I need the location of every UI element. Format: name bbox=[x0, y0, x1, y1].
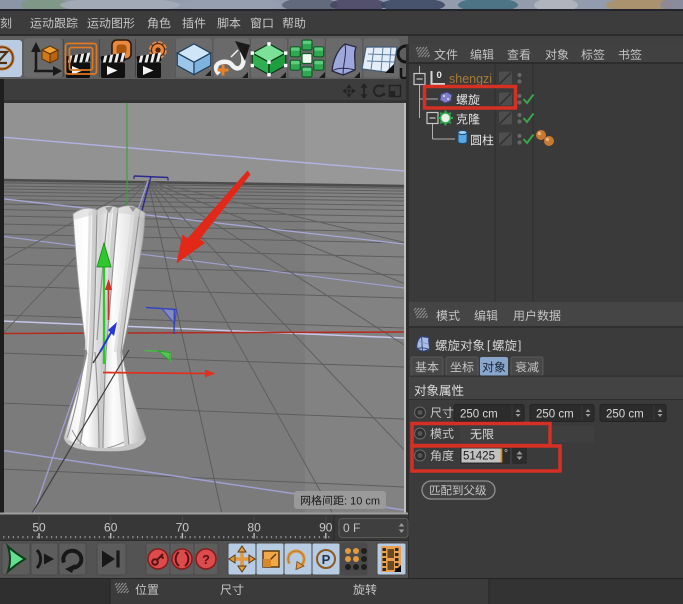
svg-text:80: 80 bbox=[247, 521, 261, 535]
svg-text:51425: 51425 bbox=[463, 451, 495, 463]
svg-text:: 10 cm: : 10 cm bbox=[344, 496, 380, 508]
svg-text:250 cm: 250 cm bbox=[536, 409, 574, 421]
svg-text:?: ? bbox=[202, 552, 210, 567]
svg-text:90: 90 bbox=[319, 521, 333, 535]
svg-text:]: ] bbox=[518, 338, 521, 352]
svg-text:P: P bbox=[322, 552, 331, 567]
svg-text:0 F: 0 F bbox=[343, 521, 360, 535]
svg-text:50: 50 bbox=[32, 521, 46, 535]
svg-text:250 cm: 250 cm bbox=[606, 409, 644, 421]
svg-text:250 cm: 250 cm bbox=[460, 409, 498, 421]
svg-text:0: 0 bbox=[437, 70, 442, 81]
svg-text:°: ° bbox=[504, 449, 508, 460]
svg-text:60: 60 bbox=[104, 521, 118, 535]
svg-text:shengzi: shengzi bbox=[449, 72, 492, 86]
svg-text:70: 70 bbox=[176, 521, 190, 535]
